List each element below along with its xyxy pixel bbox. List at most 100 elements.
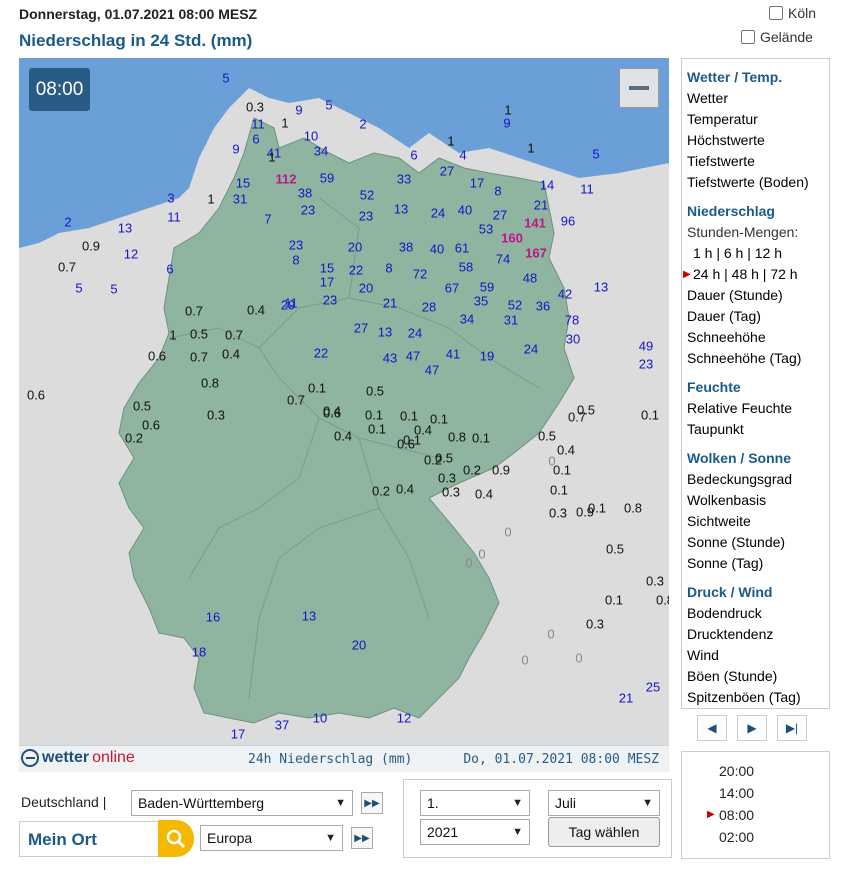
precip-value: 8 <box>494 183 502 199</box>
precip-value: 0.5 <box>537 428 557 444</box>
sidebar-item[interactable]: Relative Feuchte <box>687 398 824 419</box>
precip-value: 6 <box>410 147 418 163</box>
precip-value: 13 <box>301 608 317 624</box>
checkbox-box[interactable] <box>741 30 755 44</box>
select-day-button[interactable]: Tag wählen <box>548 817 660 847</box>
mein-ort-field[interactable]: Mein Ort <box>19 821 159 857</box>
precip-value: 40 <box>429 241 445 257</box>
sidebar-item[interactable]: Drucktendenz <box>687 624 824 645</box>
sidebar-item[interactable]: Bodendruck <box>687 603 824 624</box>
sidebar-item[interactable]: Tiefstwerte <box>687 151 824 172</box>
precip-value: 9 <box>232 141 240 157</box>
section-heading: Feuchte <box>687 379 741 395</box>
area-go-button[interactable]: ▶▶ <box>351 827 373 849</box>
precip-value: 11 <box>167 209 181 225</box>
sidebar-item[interactable]: Wind <box>687 645 824 666</box>
time-item-selected[interactable]: ▶ 08:00 <box>682 804 829 826</box>
sidebar-item[interactable]: Bedeckungsgrad <box>687 469 824 490</box>
precip-value: 7 <box>264 211 272 227</box>
precip-value: 0.1 <box>367 421 387 437</box>
precip-value: 33 <box>396 171 412 187</box>
precip-value: 36 <box>535 298 551 314</box>
sidebar-item[interactable]: Schneehöhe <box>687 327 824 348</box>
sidebar-item[interactable]: Höchstwerte <box>687 130 824 151</box>
precip-value: 0.6 <box>26 387 46 403</box>
sidebar-item[interactable]: Dauer (Stunde) <box>687 285 824 306</box>
koeln-checkbox[interactable]: Köln <box>769 5 816 21</box>
precip-value: 13 <box>393 201 409 217</box>
precip-value: 20 <box>351 637 367 653</box>
search-button[interactable] <box>158 820 194 857</box>
hours-row-1[interactable]: 1 h | 6 h | 12 h <box>687 243 824 264</box>
precip-value: 2 <box>64 214 72 230</box>
time-item[interactable]: 20:00 <box>682 760 829 782</box>
precip-value: 6 <box>252 131 260 147</box>
precip-value: 0.8 <box>623 500 643 516</box>
precip-value: 20 <box>358 280 374 296</box>
time-navigation: ◀ ▶ ▶| <box>697 715 807 741</box>
precip-value: 24 <box>430 205 446 221</box>
last-button[interactable]: ▶| <box>777 715 807 741</box>
hours-row-2[interactable]: ▶ 24 h | 48 h | 72 h <box>683 264 824 285</box>
precip-value: 59 <box>319 170 335 186</box>
globe-icon <box>21 749 39 767</box>
precip-value: 21 <box>382 295 398 311</box>
time-item[interactable]: 14:00 <box>682 782 829 804</box>
sidebar-item[interactable]: Tiefstwerte (Boden) <box>687 172 824 193</box>
logo-text-a: wetter <box>42 749 90 766</box>
chevron-down-icon: ▼ <box>325 832 336 844</box>
koeln-checkbox-label: Köln <box>788 5 817 21</box>
precip-value: 12 <box>123 246 139 262</box>
sidebar-item[interactable]: Dauer (Tag) <box>687 306 824 327</box>
precipitation-map[interactable]: 08:00 5 0.3 9 5 1 11 1 2 9 10 34 6 41 9 1 6 1 4 1 5 112 59 33 2… <box>19 58 669 745</box>
precip-value: 0.1 <box>471 430 491 446</box>
precip-value: 5 <box>325 97 333 113</box>
sidebar-item[interactable]: Sichtweite <box>687 511 824 532</box>
precip-value: 31 <box>232 191 248 207</box>
time-item[interactable]: 02:00 <box>682 826 829 848</box>
year-select[interactable]: 2021 ▼ <box>420 819 530 845</box>
day-select[interactable]: 1. ▼ <box>420 790 530 816</box>
precip-value: 0.5 <box>189 326 209 342</box>
sidebar-item[interactable]: Schneehöhe (Tag) <box>687 348 824 369</box>
precip-value: 0.2 <box>371 483 391 499</box>
zoom-out-button[interactable] <box>619 68 659 108</box>
region-go-button[interactable]: ▶▶ <box>361 792 383 814</box>
sidebar-item[interactable]: Wolkenbasis <box>687 490 824 511</box>
precip-value: 0.2 <box>462 462 482 478</box>
sidebar-item[interactable]: Wetter <box>687 88 824 109</box>
precip-value: 72 <box>412 266 428 282</box>
precip-value: 0 <box>478 546 486 562</box>
precip-value: 49 <box>638 338 654 354</box>
sidebar-item[interactable]: Sonne (Stunde) <box>687 532 824 553</box>
precip-value: 48 <box>522 270 538 286</box>
sidebar-item[interactable]: Spitzenböen (Tag) <box>687 687 824 708</box>
precip-value: 0.7 <box>184 303 204 319</box>
region-select[interactable]: Baden-Württemberg ▼ <box>131 790 353 816</box>
sidebar-item[interactable]: Sonne (Tag) <box>687 553 824 574</box>
month-select[interactable]: Juli ▼ <box>548 790 660 816</box>
checkbox-box[interactable] <box>769 6 783 20</box>
sidebar-item[interactable]: Temperatur <box>687 109 824 130</box>
precip-value: 8 <box>292 252 300 268</box>
precip-value: 13 <box>593 279 609 295</box>
precip-value: 5 <box>75 280 83 296</box>
precip-value: 1 <box>281 115 289 131</box>
precip-value: 5 <box>110 281 118 297</box>
gelaende-checkbox[interactable]: Gelände <box>741 29 813 45</box>
next-button[interactable]: ▶ <box>737 715 767 741</box>
skip-end-icon: ▶| <box>785 721 799 735</box>
previous-button[interactable]: ◀ <box>697 715 727 741</box>
precip-value: 35 <box>473 293 489 309</box>
sidebar-item[interactable]: Taupunkt <box>687 419 824 440</box>
year-select-value: 2021 <box>427 824 459 840</box>
precip-value: 141 <box>524 215 546 231</box>
footer-datetime: Do, 01.07.2021 08:00 MESZ <box>463 752 659 767</box>
wetteronline-logo[interactable]: wetter online <box>21 749 135 767</box>
logo-text-b: online <box>92 749 135 766</box>
precip-value: 27 <box>439 163 455 179</box>
time-item-label: 08:00 <box>719 807 755 823</box>
sidebar-item[interactable]: Böen (Stunde) <box>687 666 824 687</box>
section-heading: Wolken / Sonne <box>687 450 791 466</box>
area-select[interactable]: Europa ▼ <box>200 825 343 851</box>
